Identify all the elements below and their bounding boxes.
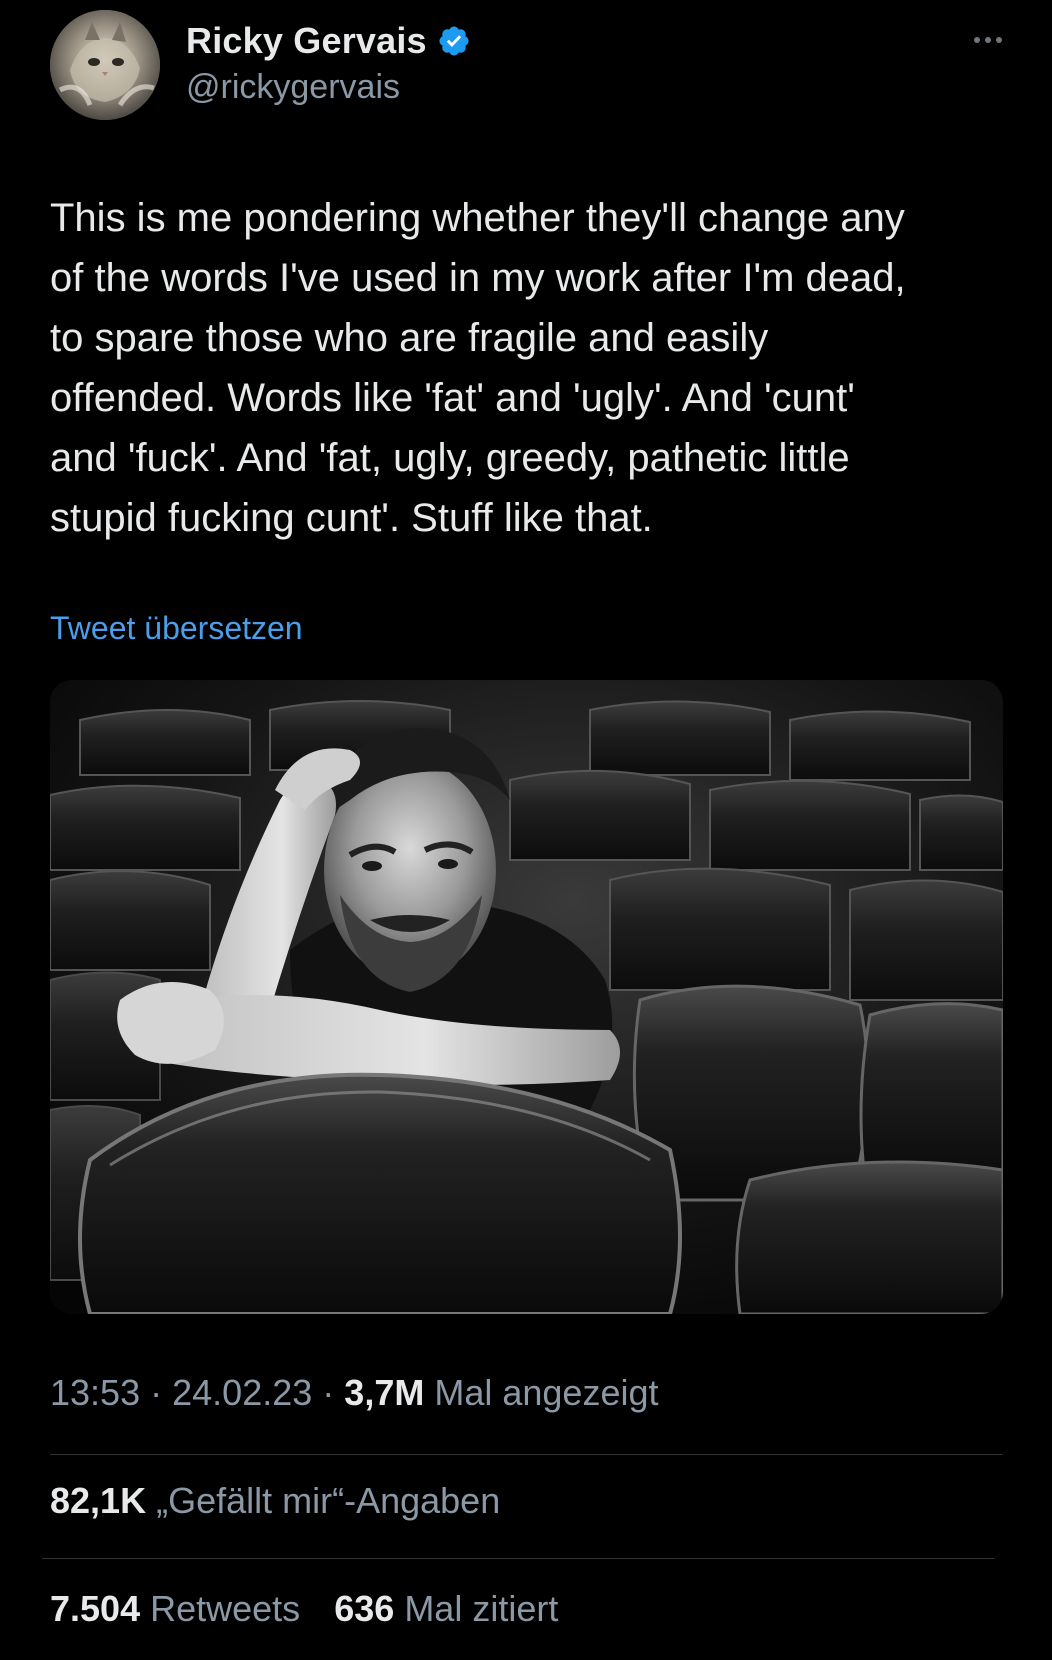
- display-name[interactable]: Ricky Gervais: [186, 20, 427, 62]
- likes-label: „Gefällt mir“-Angaben: [156, 1480, 501, 1521]
- user-info: Ricky Gervais @rickygervais: [186, 20, 471, 107]
- retweets-count: 7.504: [50, 1588, 141, 1629]
- user-handle[interactable]: @rickygervais: [186, 68, 471, 107]
- views-label: Mal angezeigt: [434, 1372, 659, 1413]
- cat-avatar-icon: [50, 10, 160, 120]
- tweet-text: This is me pondering whether they'll cha…: [50, 196, 906, 540]
- likes-row[interactable]: 82,1K „Gefällt mir“-Angaben: [50, 1480, 500, 1522]
- more-options-icon[interactable]: [966, 28, 1010, 52]
- quotes-stat[interactable]: 636 Mal zitiert: [334, 1588, 558, 1629]
- retweets-stat[interactable]: 7.504 Retweets: [50, 1588, 310, 1629]
- divider: [42, 1558, 995, 1559]
- photo-image: [50, 680, 1003, 1314]
- tweet-meta: 13:53 · 24.02.23 · 3,7M Mal angezeigt: [50, 1372, 659, 1414]
- quotes-count: 636: [334, 1588, 395, 1629]
- quotes-label: Mal zitiert: [404, 1588, 559, 1629]
- views-count: 3,7M: [344, 1372, 425, 1413]
- tweet-photo[interactable]: [50, 680, 1003, 1314]
- display-name-row: Ricky Gervais: [186, 20, 471, 62]
- tweet-time[interactable]: 13:53: [50, 1372, 140, 1413]
- tweet-date[interactable]: 24.02.23: [172, 1372, 312, 1413]
- meta-separator: ·: [150, 1372, 163, 1413]
- divider: [50, 1454, 1003, 1455]
- likes-count: 82,1K: [50, 1480, 147, 1521]
- retweets-quotes-row: 7.504 Retweets 636 Mal zitiert: [50, 1588, 558, 1630]
- retweets-label: Retweets: [150, 1588, 301, 1629]
- meta-separator: ·: [322, 1372, 335, 1413]
- translate-tweet-link[interactable]: Tweet übersetzen: [50, 610, 303, 647]
- tweet-header: Ricky Gervais @rickygervais: [50, 10, 1010, 130]
- avatar[interactable]: [50, 10, 160, 120]
- verified-badge-icon[interactable]: [437, 24, 471, 58]
